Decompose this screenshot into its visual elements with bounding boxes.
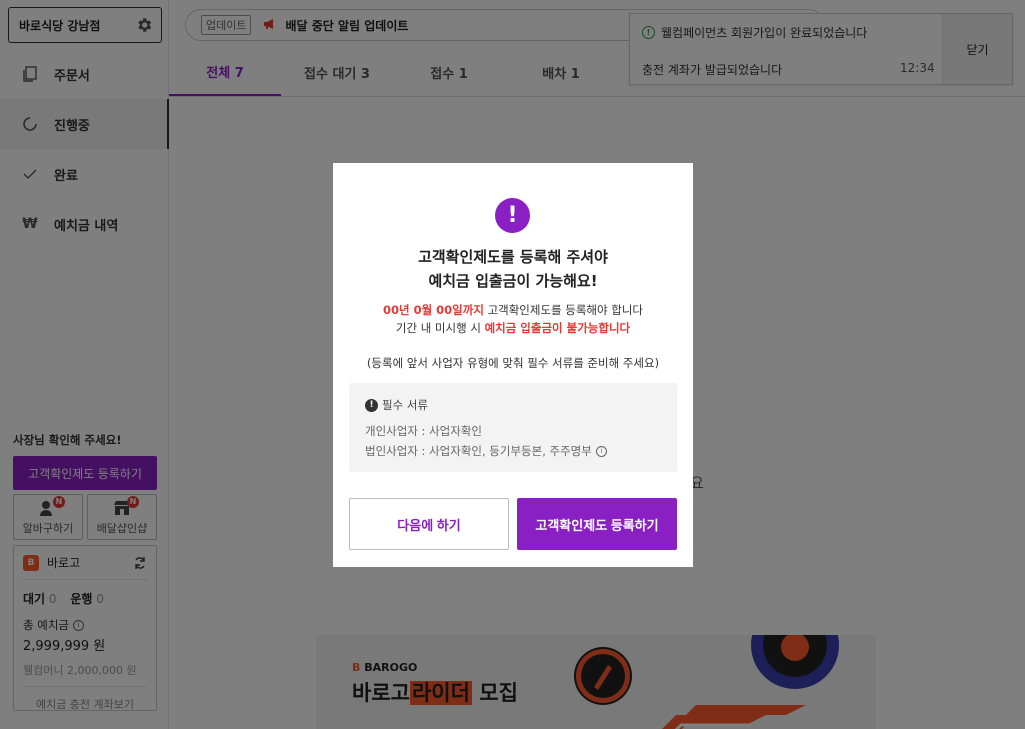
docs-corporate-row: 법인사업자 : 사업자확인, 등기부등본, 주주명부 i xyxy=(365,441,661,461)
info-icon[interactable]: i xyxy=(595,445,607,457)
modal-note: (등록에 앞서 사업자 유형에 맞춰 필수 서류를 준비해 주세요) xyxy=(366,356,660,370)
docs-corporate: 법인사업자 : 사업자확인, 등기부등본, 주주명부 xyxy=(365,444,592,458)
modal-warning: 00년 0월 00일까지 고객확인제도를 등록해야 합니다 기간 내 미시행 시… xyxy=(333,301,693,337)
later-button[interactable]: 다음에 하기 xyxy=(349,498,509,550)
required-docs-header: ! 필수 서류 xyxy=(365,397,661,413)
penalty-pre: 기간 내 미시행 시 xyxy=(395,321,481,335)
required-docs-box: ! 필수 서류 개인사업자 : 사업자확인 법인사업자 : 사업자확인, 등기부… xyxy=(349,383,677,472)
deadline-text: 00년 0월 00일까지 xyxy=(382,303,484,317)
deadline-rest: 고객확인제도를 등록해야 합니다 xyxy=(487,303,643,317)
modal-title: 고객확인제도를 등록해 주셔야 예치금 입출금이 가능해요! xyxy=(333,245,693,293)
penalty-text: 예치금 입출금이 불가능합니다 xyxy=(484,321,631,335)
register-button[interactable]: 고객확인제도 등록하기 xyxy=(517,498,677,550)
modal-title-line-1: 고객확인제도를 등록해 주셔야 xyxy=(418,248,608,266)
modal-title-line-2: 예치금 입출금이 가능해요! xyxy=(428,272,598,290)
required-docs-title: 필수 서류 xyxy=(382,398,428,412)
alert-icon: ! xyxy=(495,198,530,233)
docs-individual: 개인사업자 : 사업자확인 xyxy=(365,424,482,438)
kyc-modal: ! 고객확인제도를 등록해 주셔야 예치금 입출금이 가능해요! 00년 0월 … xyxy=(333,163,693,567)
exclamation-icon: ! xyxy=(365,398,378,412)
